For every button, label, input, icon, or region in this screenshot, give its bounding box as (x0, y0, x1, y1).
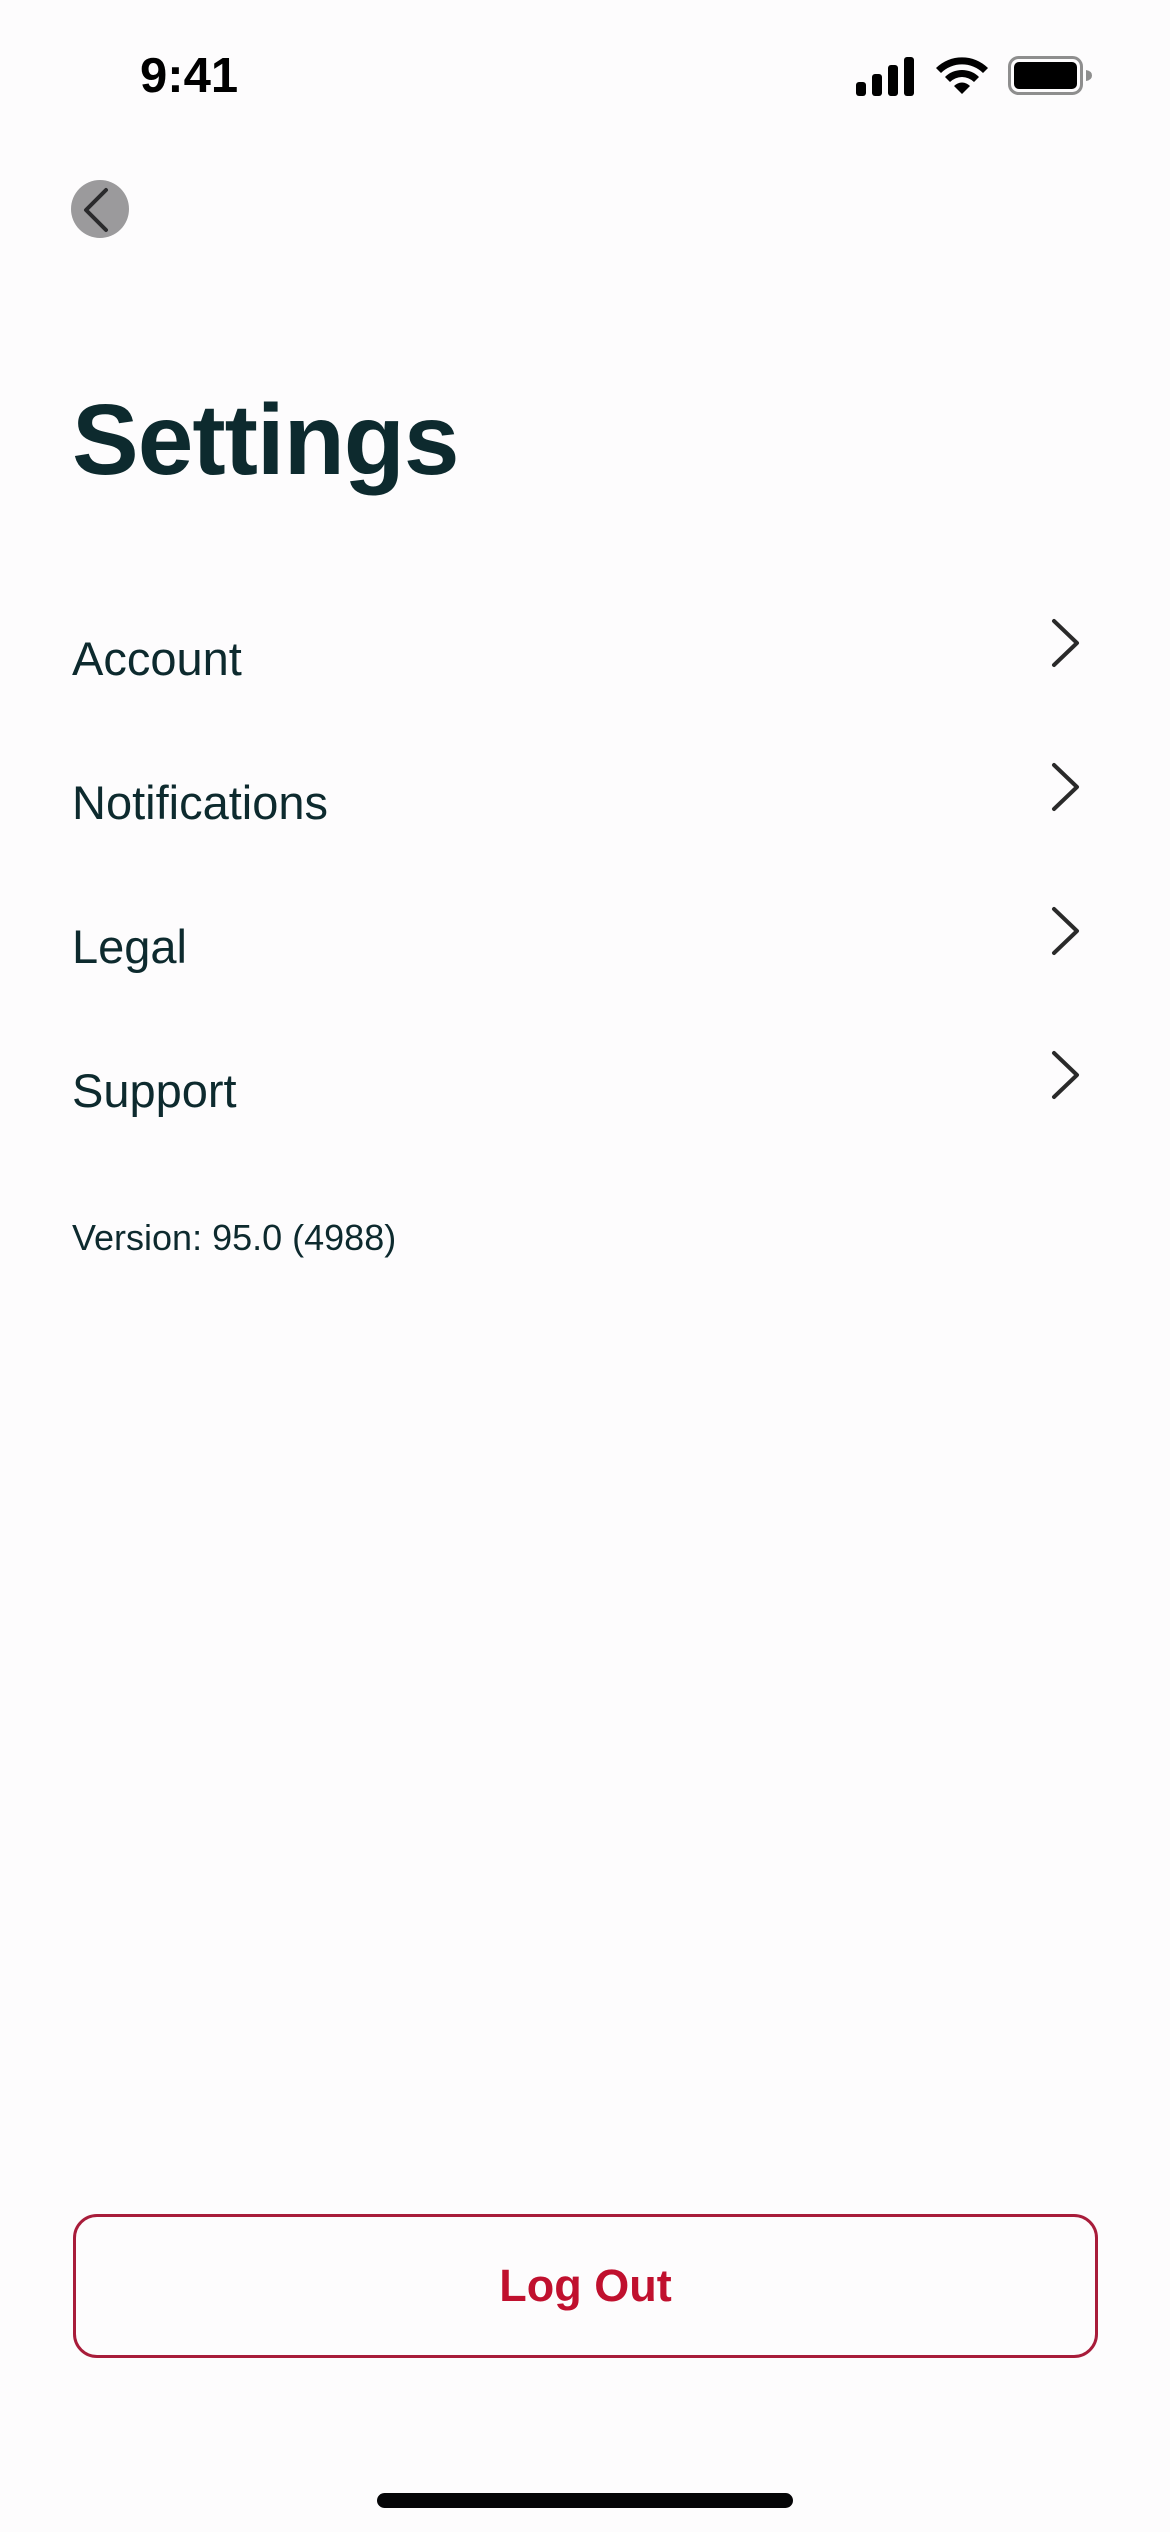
chevron-right-icon (1048, 762, 1082, 812)
settings-item-support[interactable]: Support (72, 1028, 1098, 1172)
logout-button-label: Log Out (499, 2260, 672, 2311)
battery-icon (1008, 56, 1092, 95)
chevron-left-icon (84, 188, 108, 232)
status-bar-icons (856, 56, 1096, 98)
settings-item-label: Legal (72, 920, 187, 973)
settings-item-account[interactable]: Account (72, 596, 1098, 740)
settings-item-legal[interactable]: Legal (72, 884, 1098, 1028)
logout-button[interactable]: Log Out (73, 2214, 1098, 2358)
home-indicator[interactable] (377, 2493, 793, 2508)
settings-item-label: Support (72, 1064, 237, 1117)
chevron-right-icon (1048, 1050, 1082, 1100)
settings-item-label: Notifications (72, 776, 328, 829)
chevron-right-icon (1048, 906, 1082, 956)
page-title: Settings (72, 384, 459, 496)
cellular-signal-icon (856, 57, 914, 96)
back-button[interactable] (71, 180, 129, 238)
settings-list: Account Notifications Legal Support (72, 596, 1098, 1172)
settings-item-notifications[interactable]: Notifications (72, 740, 1098, 884)
wifi-icon (936, 57, 988, 94)
settings-item-label: Account (72, 632, 242, 685)
chevron-right-icon (1048, 618, 1082, 668)
app-version-label: Version: 95.0 (4988) (72, 1217, 397, 1258)
status-bar-time: 9:41 (140, 49, 239, 103)
